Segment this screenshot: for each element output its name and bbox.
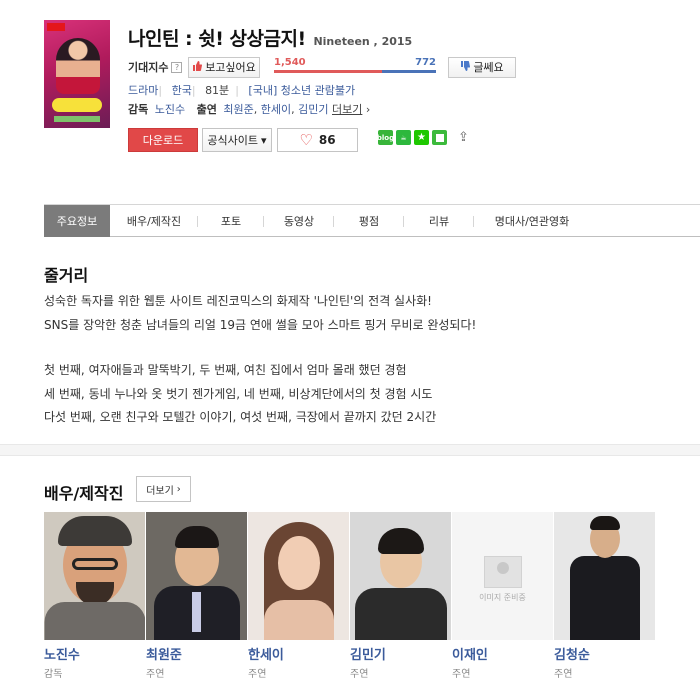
cast-name[interactable]: 한세이 [248, 644, 350, 663]
cast-photo[interactable] [44, 512, 145, 640]
synopsis-line: 세 번째, 동네 누나와 옷 벗기 젠가게임, 네 번째, 비상계단에서의 첫 … [44, 386, 433, 401]
cast-role: 주연 [452, 669, 471, 680]
synopsis-body: 성숙한 독자를 위한 웹툰 사이트 레진코믹스의 화제작 '나인틴'의 전격 실… [44, 290, 684, 430]
director-link[interactable]: 노진수 [155, 103, 185, 116]
cast-name[interactable]: 이재인 [452, 644, 554, 663]
cast-name[interactable]: 김민기 [350, 644, 452, 663]
tab-rating[interactable]: 평점 [334, 205, 404, 237]
official-site-label: 공식사이트 [207, 134, 259, 147]
cast-card[interactable]: 최원준 주연 [146, 512, 248, 680]
cast-more-button[interactable]: 더보기 › [136, 476, 191, 502]
tab-bar: 주요정보 배우/제작진 포토 동영상 평점 리뷰 명대사/연관영화 [44, 204, 700, 237]
synopsis-heading: 줄거리 [44, 266, 89, 285]
cast-photo[interactable] [146, 512, 247, 640]
cast-link-1[interactable]: 최원준 [223, 103, 253, 116]
tab-cast-crew[interactable]: 배우/제작진 [110, 205, 198, 237]
runtime: 81분 [205, 84, 230, 97]
synopsis-line: 첫 번째, 여자애들과 말뚝박기, 두 번째, 여친 집에서 엄마 몰래 했던 … [44, 363, 407, 377]
me2day-share-icon[interactable] [432, 130, 447, 145]
cast-photo[interactable] [350, 512, 451, 640]
credits-row: 감독 노진수 출연 최원준, 한세이, 김민기 더보기 › [128, 101, 370, 117]
cast-list: 노진수 감독 최원준 주연 한세이 주연 김민기 주연 이미지 준비중 이재인 … [44, 512, 656, 680]
gauge-fill [274, 70, 382, 73]
expectation-row: 기대지수 ? 보고싶어요 1,540 772 글쎄요 [128, 56, 516, 78]
blog-share-icon[interactable]: blog [377, 130, 394, 145]
tab-photo[interactable]: 포토 [198, 205, 264, 237]
country-link[interactable]: 한국 [172, 84, 192, 97]
cast-separator: , [291, 103, 295, 116]
notwant-label: 글쎄요 [473, 61, 504, 74]
info-row: 드라마| 한국| 81분 | [국내] 청소년 관람불가 [128, 84, 356, 97]
thumbs-down-icon [460, 60, 471, 74]
cast-role: 주연 [554, 669, 573, 680]
chevron-down-icon: ▾ [261, 133, 267, 147]
genre-link[interactable]: 드라마 [128, 84, 158, 97]
cast-card[interactable]: 김민기 주연 [350, 512, 452, 680]
placeholder-text: 이미지 준비중 [479, 593, 526, 602]
cast-more-label: 더보기 [146, 485, 174, 497]
expect-label: 기대지수 [128, 61, 169, 74]
notwant-count: 772 [415, 57, 436, 68]
image-placeholder-icon [484, 556, 522, 588]
credits-more-link[interactable]: 더보기 [332, 103, 362, 116]
cast-link-2[interactable]: 한세이 [261, 103, 291, 116]
synopsis-line: 다섯 번째, 오랜 친구와 모텔간 이야기, 여섯 번째, 극장에서 끝까지 갔… [44, 410, 437, 424]
director-label: 감독 [128, 103, 149, 116]
heart-icon: ♡ [299, 131, 313, 149]
share-icons: blog ☕ ★ ⇪ [377, 130, 473, 145]
cast-label: 출연 [196, 103, 217, 116]
want-label: 보고싶어요 [205, 61, 256, 74]
cast-card[interactable]: 김청순 주연 [554, 512, 656, 680]
poster-badge [47, 23, 65, 31]
tab-review[interactable]: 리뷰 [404, 205, 474, 237]
cast-role: 주연 [350, 669, 369, 680]
cast-card[interactable]: 한세이 주연 [248, 512, 350, 680]
gauge-bar [274, 70, 436, 73]
cast-photo[interactable] [248, 512, 349, 640]
cast-name[interactable]: 최원준 [146, 644, 248, 663]
cast-name[interactable]: 김청순 [554, 644, 656, 663]
title-row: 나인틴 : 쉿! 상상금지! Nineteen , 2015 [128, 24, 412, 51]
thumbs-up-icon [192, 60, 203, 74]
bookmark-star-icon[interactable]: ★ [414, 130, 429, 145]
poster-figure [56, 38, 100, 94]
section-divider [0, 444, 700, 456]
movie-title: 나인틴 : 쉿! 상상금지! [128, 28, 306, 50]
movie-subtitle: Nineteen , 2015 [313, 35, 413, 48]
official-site-button[interactable]: 공식사이트 ▾ [202, 128, 272, 152]
cafe-share-icon[interactable]: ☕ [396, 130, 411, 145]
chevron-right-icon: › [176, 483, 181, 495]
synopsis-blank [44, 337, 684, 359]
movie-poster[interactable] [44, 20, 110, 128]
cast-role: 주연 [248, 669, 267, 680]
help-icon[interactable]: ? [171, 61, 183, 73]
cast-role: 주연 [146, 669, 165, 680]
like-count: 86 [318, 133, 336, 147]
synopsis-line: 성숙한 독자를 위한 웹툰 사이트 레진코믹스의 화제작 '나인틴'의 전격 실… [44, 294, 432, 308]
poster-strip [54, 116, 100, 122]
tab-quotes-related[interactable]: 명대사/연관영화 [474, 205, 590, 237]
expectation-gauge: 1,540 772 [274, 57, 436, 77]
chevron-right-icon: › [365, 103, 371, 116]
notwant-button[interactable]: 글쎄요 [448, 56, 516, 78]
cast-heading: 배우/제작진 [44, 484, 124, 503]
want-count: 1,540 [274, 57, 306, 68]
cast-card[interactable]: 이미지 준비중 이재인 주연 [452, 512, 554, 680]
poster-logo [52, 98, 102, 112]
tab-video[interactable]: 동영상 [264, 205, 334, 237]
cast-separator: , [253, 103, 258, 116]
cast-card[interactable]: 노진수 감독 [44, 512, 146, 680]
cast-photo-placeholder[interactable]: 이미지 준비중 [452, 512, 553, 640]
cast-name[interactable]: 노진수 [44, 644, 146, 663]
want-button[interactable]: 보고싶어요 [188, 56, 260, 78]
download-button[interactable]: 다운로드 [128, 128, 198, 152]
cast-role: 감독 [44, 669, 63, 680]
share-icon[interactable]: ⇪ [458, 130, 473, 145]
like-button[interactable]: ♡ 86 [277, 128, 358, 152]
synopsis-line: SNS를 장악한 청춘 남녀들의 리얼 19금 연애 썰을 모아 스마트 핑거 … [44, 317, 477, 332]
cast-link-3[interactable]: 김민기 [298, 103, 328, 116]
rating-link[interactable]: [국내] 청소년 관람불가 [248, 84, 355, 97]
tab-main-info[interactable]: 주요정보 [44, 205, 110, 237]
cast-photo[interactable] [554, 512, 655, 640]
